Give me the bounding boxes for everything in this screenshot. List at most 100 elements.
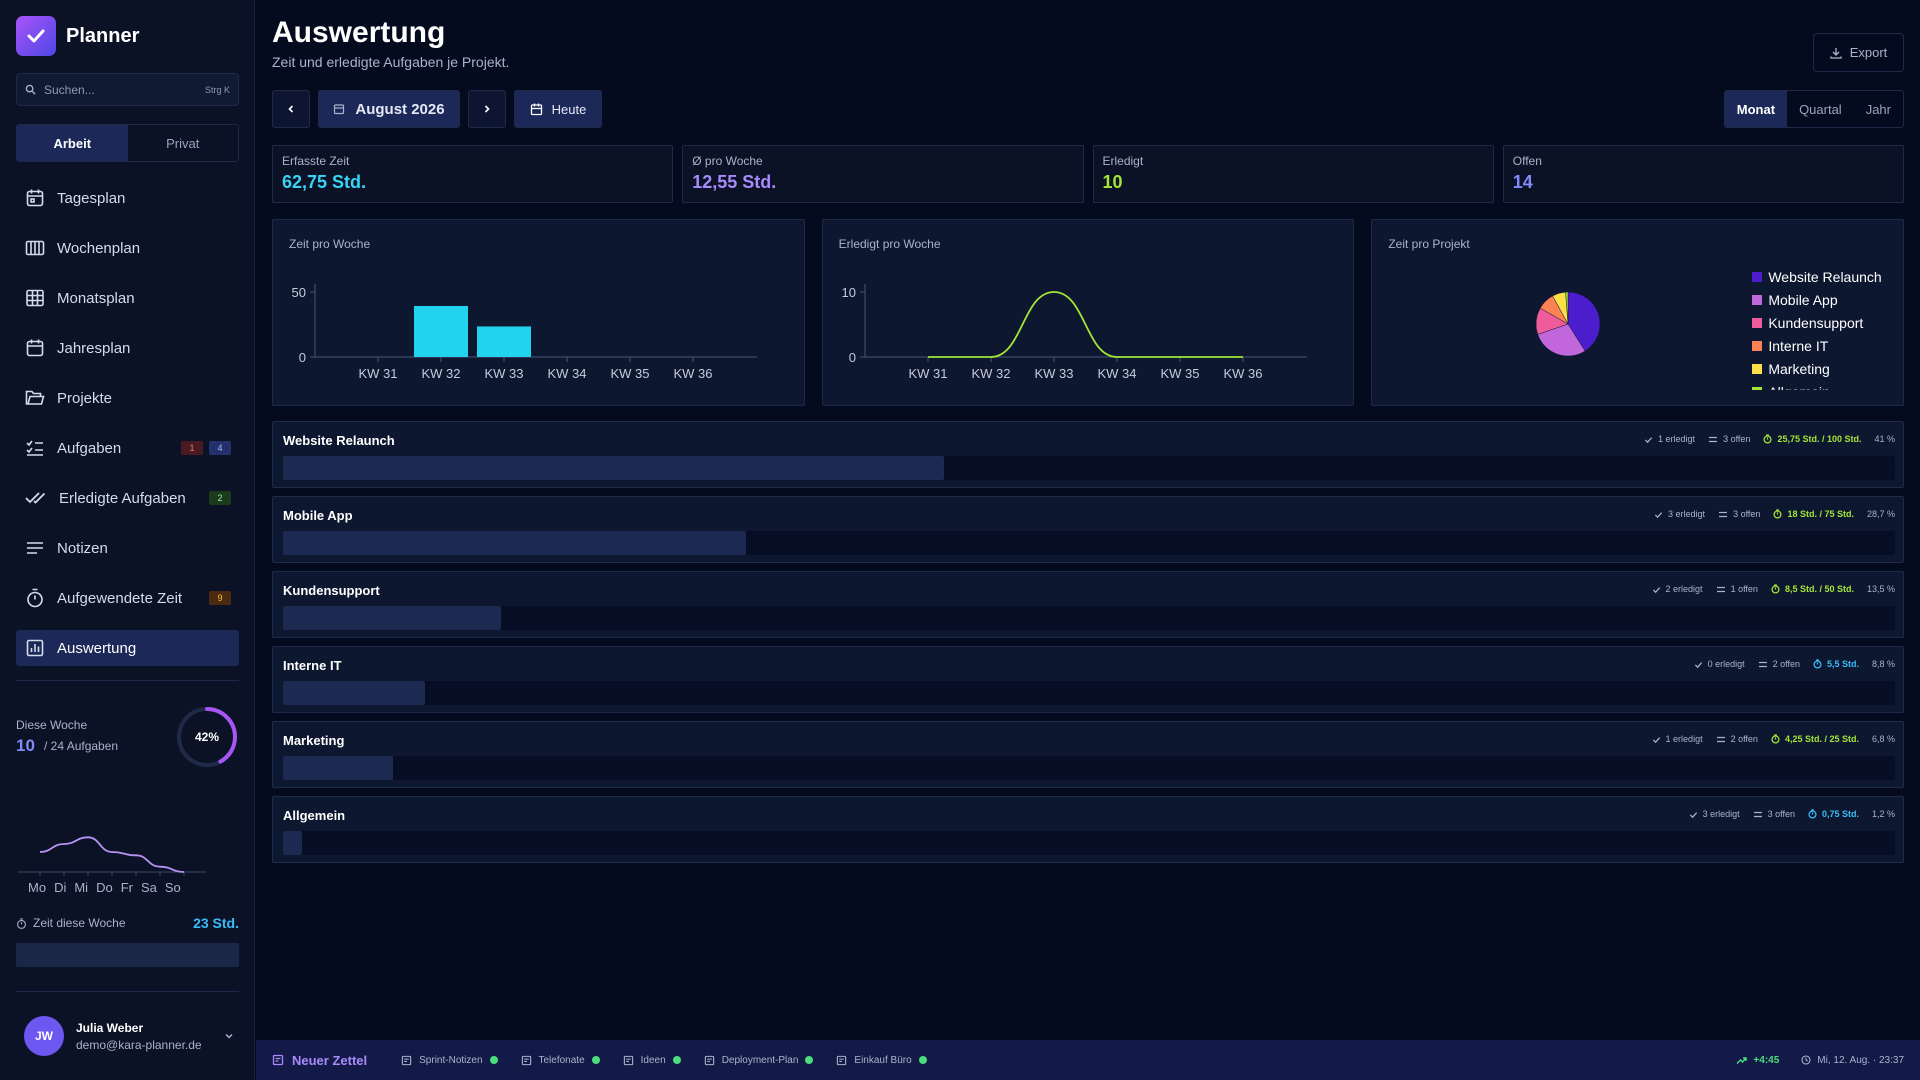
range-monat[interactable]: Monat bbox=[1724, 91, 1788, 127]
note-icon bbox=[521, 1055, 531, 1065]
period-nav: August 2026 Heute bbox=[272, 90, 602, 128]
chevron-left-icon bbox=[288, 105, 294, 113]
sidebar-item-label: Auswertung bbox=[57, 639, 137, 657]
project-row[interactable]: Website Relaunch 1 erledigt 3 offen 25,75 S… bbox=[272, 421, 1904, 488]
sidebar-item-notizen[interactable]: Notizen bbox=[16, 530, 239, 566]
project-done: 3 erledigt bbox=[1702, 809, 1740, 819]
prev-period-button[interactable] bbox=[272, 90, 310, 128]
check-icon bbox=[1694, 661, 1702, 668]
range-quartal[interactable]: Quartal bbox=[1787, 91, 1854, 127]
calendar-day-icon bbox=[26, 189, 44, 207]
next-period-button[interactable] bbox=[468, 90, 506, 128]
project-row[interactable]: Interne IT 0 erledigt 2 offen 5,5 Std. 8,8 % bbox=[272, 646, 1904, 713]
project-row[interactable]: Marketing 1 erledigt 2 offen 4,25 Std. / 25… bbox=[272, 721, 1904, 788]
sidebar-item-auswertung[interactable]: Auswertung bbox=[16, 630, 239, 666]
project-meta: 2 erledigt 1 offen 8,5 Std. / 50 Std. 13,5 … bbox=[1652, 584, 1895, 594]
legend-item: Allgemein bbox=[1752, 380, 1902, 390]
project-progress-track bbox=[283, 756, 1895, 780]
sidebar-item-erledigte-aufgaben[interactable]: Erledigte Aufgaben 2 bbox=[16, 480, 239, 516]
stat-value: 12,55 Std. bbox=[692, 172, 777, 192]
day-label: Mi bbox=[74, 880, 89, 895]
project-name: Kundensupport bbox=[283, 583, 380, 598]
sidebar-item-monatsplan[interactable]: Monatsplan bbox=[16, 280, 239, 316]
clock-icon bbox=[1801, 1055, 1811, 1065]
legend-label: Interne IT bbox=[1768, 337, 1829, 354]
today-button[interactable]: Heute bbox=[514, 90, 602, 128]
project-hours: 18 Std. / 75 Std. bbox=[1787, 509, 1854, 519]
mode-privat[interactable]: Privat bbox=[128, 125, 239, 161]
note-tab[interactable]: Ideen bbox=[623, 1055, 681, 1066]
legend-item: Kundensupport bbox=[1752, 311, 1902, 334]
project-progress-track bbox=[283, 831, 1895, 855]
project-percent: 8,8 % bbox=[1871, 659, 1895, 669]
project-progress-track bbox=[283, 606, 1895, 630]
note-icon bbox=[704, 1055, 714, 1065]
project-row[interactable]: Mobile App 3 erledigt 3 offen 18 Std. / 75 … bbox=[272, 496, 1904, 563]
open-tasks-icon bbox=[1753, 811, 1762, 817]
open-tasks-icon bbox=[1709, 436, 1718, 442]
project-row[interactable]: Kundensupport 2 erledigt 1 offen 8,5 Std. /… bbox=[272, 571, 1904, 638]
week-done-count: 10 bbox=[16, 736, 35, 755]
project-name: Interne IT bbox=[283, 658, 342, 673]
sidebar-item-label: Tagesplan bbox=[57, 189, 126, 207]
bar bbox=[477, 326, 531, 357]
time-week-label: Zeit diese Woche bbox=[33, 916, 126, 930]
sidebar-item-projekte[interactable]: Projekte bbox=[16, 380, 239, 416]
sidebar-item-aufgewendete-zeit[interactable]: Aufgewendete Zeit 9 bbox=[16, 580, 239, 616]
stat-value: 62,75 Std. bbox=[282, 172, 367, 192]
day-label: Di bbox=[54, 880, 67, 895]
avatar: JW bbox=[24, 1016, 64, 1056]
search-shortcut: Strg K bbox=[204, 84, 230, 95]
user-menu[interactable]: JW Julia Weber demo@kara-planner.de bbox=[24, 1016, 234, 1056]
mode-arbeit[interactable]: Arbeit bbox=[17, 125, 128, 161]
stopwatch-icon bbox=[17, 917, 26, 929]
trend-up-icon bbox=[1736, 1056, 1748, 1064]
month-picker-button[interactable]: August 2026 bbox=[318, 90, 460, 128]
time-per-week-chart: 0 50 KW 31 KW 32 KW 33 KW 34 KW 35 KW 36 Zeit p… bbox=[272, 219, 805, 406]
sidebar-item-jahresplan[interactable]: Jahresplan bbox=[16, 330, 239, 366]
page-title: Auswertung bbox=[272, 16, 446, 49]
sidebar-item-aufgaben[interactable]: Aufgaben 1 4 bbox=[16, 430, 239, 466]
search-box[interactable]: Strg K bbox=[16, 73, 239, 106]
mode-switch: Arbeit Privat bbox=[16, 124, 239, 162]
calendar-icon bbox=[334, 104, 345, 115]
series-line bbox=[927, 291, 1243, 358]
project-progress-track bbox=[283, 456, 1895, 480]
stat-label: Erledigt bbox=[1102, 154, 1144, 168]
bar bbox=[414, 305, 468, 357]
sidebar-item-label: Wochenplan bbox=[57, 239, 141, 257]
search-input[interactable] bbox=[44, 82, 197, 97]
legend-swatch bbox=[1752, 271, 1763, 282]
legend-label: Mobile App bbox=[1768, 291, 1838, 308]
check-icon bbox=[1689, 811, 1697, 818]
app-logo[interactable]: Planner bbox=[16, 16, 139, 56]
x-tick-label: KW 35 bbox=[610, 366, 649, 381]
stopwatch-icon bbox=[1773, 509, 1782, 519]
today-label: Heute bbox=[551, 101, 587, 117]
export-button[interactable]: Export bbox=[1813, 33, 1904, 72]
chart-title: Zeit pro Woche bbox=[289, 237, 371, 251]
status-dot bbox=[918, 1056, 927, 1064]
note-tab[interactable]: Einkauf Büro bbox=[836, 1054, 927, 1066]
range-jahr[interactable]: Jahr bbox=[1854, 91, 1903, 127]
day-label: So bbox=[164, 880, 181, 895]
checklist-icon bbox=[26, 440, 43, 456]
project-row[interactable]: Allgemein 3 erledigt 3 offen 0,75 Std. 1,2 % bbox=[272, 796, 1904, 863]
new-note-button[interactable]: Neuer Zettel bbox=[272, 1053, 367, 1068]
project-meta: 1 erledigt 2 offen 4,25 Std. / 25 Std. 6,8 … bbox=[1652, 734, 1895, 744]
note-tab[interactable]: Sprint-Notizen bbox=[401, 1055, 498, 1066]
note-tab[interactable]: Telefonate bbox=[521, 1055, 600, 1066]
status-dot bbox=[672, 1056, 681, 1064]
user-email: demo@kara-planner.de bbox=[76, 1037, 202, 1052]
note-tab[interactable]: Deployment-Plan bbox=[704, 1055, 814, 1066]
sidebar-divider bbox=[16, 680, 239, 681]
sidebar: Planner Strg K Arbeit Privat Tagesplan W… bbox=[0, 0, 255, 1080]
datetime-value: Mi, 12. Aug. · 23:37 bbox=[1817, 1054, 1904, 1066]
note-label: Einkauf Büro bbox=[854, 1054, 912, 1066]
project-progress-fill bbox=[283, 756, 393, 780]
legend-item: Mobile App bbox=[1752, 288, 1902, 311]
x-tick-label: KW 36 bbox=[673, 366, 712, 381]
sidebar-item-tagesplan[interactable]: Tagesplan bbox=[16, 180, 239, 216]
project-meta: 3 erledigt 3 offen 18 Std. / 75 Std. 28,7 % bbox=[1654, 509, 1895, 519]
sidebar-item-wochenplan[interactable]: Wochenplan bbox=[16, 230, 239, 266]
